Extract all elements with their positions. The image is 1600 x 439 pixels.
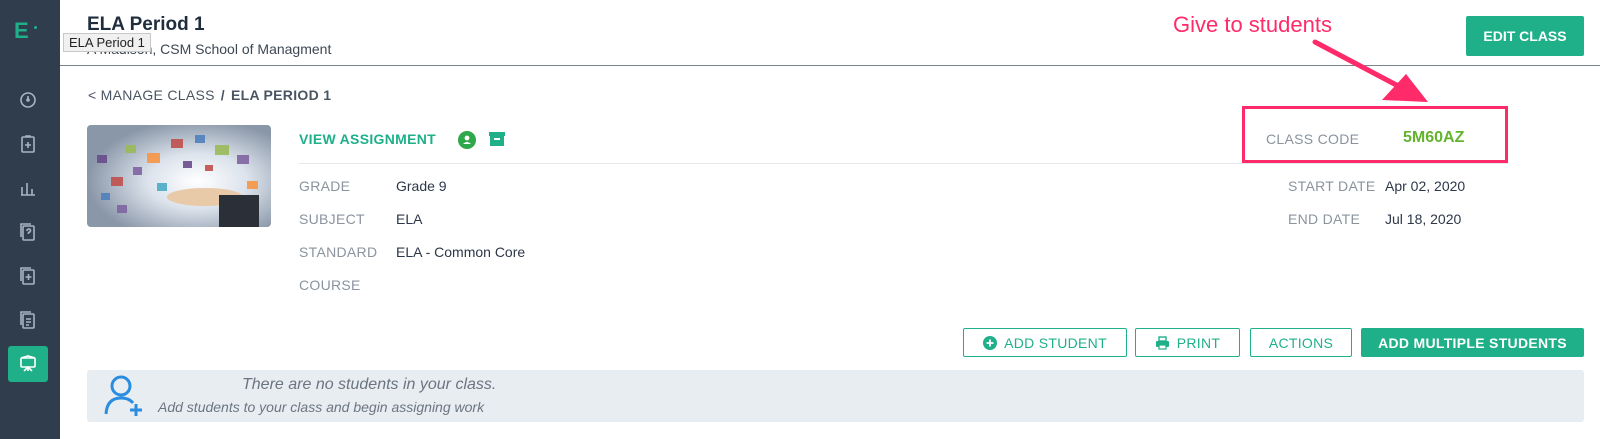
add-student-button[interactable]: ADD STUDENT — [963, 328, 1127, 357]
app-logo[interactable]: E — [14, 18, 29, 44]
class-image — [87, 125, 271, 227]
print-button[interactable]: PRINT — [1135, 328, 1240, 357]
course-label: COURSE — [299, 277, 361, 293]
subject-value: ELA — [396, 211, 423, 227]
clipboard-add-icon[interactable] — [8, 126, 48, 162]
start-date-label: START DATE — [1288, 178, 1376, 194]
assessment-add-icon[interactable] — [8, 258, 48, 294]
class-code-label: CLASS CODE — [1266, 131, 1360, 147]
subject-label: SUBJECT — [299, 211, 365, 227]
end-date-label: END DATE — [1288, 211, 1361, 227]
dashboard-icon[interactable] — [8, 82, 48, 118]
title-tooltip: ELA Period 1 — [63, 33, 151, 52]
person-icon[interactable] — [458, 131, 476, 149]
breadcrumb: < MANAGE CLASS / ELA PERIOD 1 — [88, 87, 331, 103]
plus-circle-icon — [983, 335, 998, 350]
breadcrumb-manage-class[interactable]: < MANAGE CLASS — [88, 87, 215, 103]
question-bank-icon[interactable] — [8, 214, 48, 250]
class-code-value: 5M60AZ — [1403, 129, 1465, 146]
standard-value: ELA - Common Core — [396, 244, 526, 260]
divider — [299, 163, 1509, 164]
printer-icon — [1155, 335, 1169, 350]
grade-value: Grade 9 — [396, 178, 447, 194]
standard-label: STANDARD — [299, 244, 378, 260]
manage-class-icon[interactable] — [8, 346, 48, 382]
add-student-label: ADD STUDENT — [1004, 334, 1107, 351]
breadcrumb-separator: / — [220, 87, 225, 103]
empty-state-subtitle: Add students to your class and begin ass… — [158, 399, 485, 415]
logo-dot — [34, 26, 37, 29]
sidebar: E — [0, 0, 60, 439]
archive-icon[interactable] — [488, 130, 506, 148]
breadcrumb-current: ELA PERIOD 1 — [230, 87, 332, 103]
annotation-arrow-icon — [1312, 39, 1428, 102]
print-label: PRINT — [1176, 334, 1221, 351]
start-date-value: Apr 02, 2020 — [1385, 178, 1466, 194]
documents-icon[interactable] — [8, 302, 48, 338]
actions-button[interactable]: ACTIONS — [1250, 328, 1352, 357]
empty-state-title: There are no students in your class. — [242, 376, 497, 393]
reports-icon[interactable] — [8, 170, 48, 206]
end-date-value: Jul 18, 2020 — [1385, 211, 1462, 227]
annotation-text: Give to students — [1173, 12, 1332, 37]
view-assignment-link[interactable]: VIEW ASSIGNMENT — [299, 131, 436, 147]
grade-label: GRADE — [299, 178, 351, 194]
empty-state: There are no students in your class. Add… — [87, 370, 1584, 422]
add-multiple-students-button[interactable]: ADD MULTIPLE STUDENTS — [1361, 328, 1584, 357]
edit-class-button[interactable]: EDIT CLASS — [1466, 16, 1584, 56]
add-user-icon — [104, 375, 142, 416]
